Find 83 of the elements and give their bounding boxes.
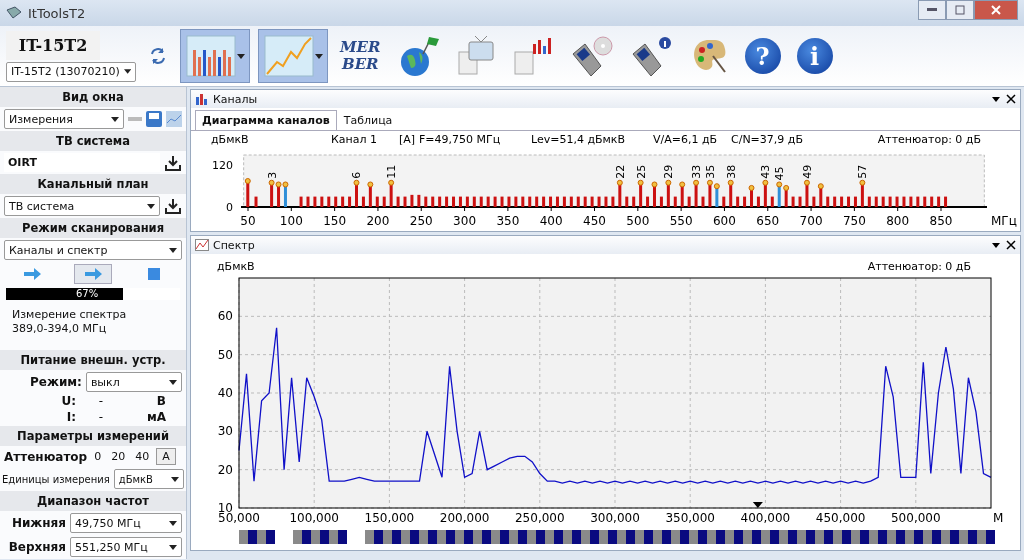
channel-info-text: V/A=6,1 дБ (653, 133, 718, 146)
x-tick-label: 400 (539, 214, 563, 228)
x-tick-label: 300 (453, 214, 476, 228)
section-heading: Диапазон частот (0, 491, 186, 511)
x-tick-label: 100,000 (289, 511, 339, 525)
panel-title: Спектр (213, 238, 255, 252)
x-tick-label: 350,000 (665, 511, 715, 525)
channel-number: 22 (613, 164, 627, 179)
x-tick-label: 250,000 (515, 511, 565, 525)
x-axis-label: М (993, 511, 1004, 525)
x-tick-label: 600 (713, 214, 736, 228)
x-tick-label: 250 (409, 214, 433, 228)
y-tick-label: 0 (226, 201, 233, 214)
power-label: U: (60, 394, 76, 408)
channel-info-text: F=49,750 МГц (419, 133, 501, 146)
x-tick-label: 150,000 (364, 511, 415, 525)
x-axis-label: МГц (991, 214, 1017, 228)
channel-number: 33 (690, 164, 704, 179)
power-unit: мА (145, 410, 166, 424)
x-tick-label: 850 (929, 214, 953, 228)
channel-number: 49 (800, 164, 814, 179)
x-tick-label: 400,000 (740, 511, 791, 525)
x-tick-label: 450 (583, 214, 606, 228)
attenuator-text: Аттенюатор: 0 дБ (877, 133, 981, 146)
channel-number: 43 (759, 164, 773, 179)
section-heading: Параметры измерений (0, 426, 186, 446)
x-tick-label: 100 (279, 214, 303, 228)
x-tick-label: 700 (799, 214, 823, 228)
window-title: ItToolsT2 (28, 5, 86, 21)
attenuator-text: Аттенюатор: 0 дБ (867, 260, 971, 273)
x-tick-label: 500 (626, 214, 650, 228)
section-heading: Режим сканирования (0, 218, 186, 238)
mode-label: Режим: (30, 375, 82, 389)
x-tick-label: 650 (756, 214, 780, 228)
y-tick-label: 60 (217, 309, 233, 324)
units-label: Единицы измерения (2, 473, 110, 485)
x-tick-label: 350 (496, 214, 520, 228)
channel-number: 6 (350, 171, 364, 179)
section-heading: Вид окна (0, 87, 186, 107)
channel-number: 45 (773, 166, 787, 181)
tv-system-value: OIRT (4, 153, 160, 172)
range-label: Верхняя (7, 540, 66, 554)
attenuator-label: Аттенюатор (4, 449, 88, 464)
range-label: Нижняя (10, 516, 66, 530)
status-text: Измерение спектра 389,0-394,0 МГц (11, 307, 128, 337)
channel-info-text: C/N=37,9 дБ (731, 133, 803, 146)
y-tick-label: 20 (217, 462, 233, 477)
x-tick-label: 750 (842, 214, 866, 228)
y-tick-label: 30 (217, 424, 233, 439)
section-heading: Канальный план (0, 174, 186, 194)
y-tick-label: 50 (217, 347, 233, 362)
device-name: IT-15T2 (6, 30, 100, 60)
panel-title: Каналы (213, 92, 258, 106)
power-label: I: (65, 410, 76, 424)
channel-number: 57 (856, 164, 870, 179)
x-tick-label: 800 (886, 214, 910, 228)
channel-number: 25 (634, 164, 648, 179)
y-tick-label: 120 (212, 159, 233, 173)
channel-number: 3 (265, 171, 279, 179)
channel-info-text: [A] (399, 133, 416, 146)
x-tick-label: 550 (669, 214, 693, 228)
power-value: - (97, 394, 105, 408)
channel-number: 11 (385, 164, 399, 179)
y-tick-label: 40 (217, 386, 233, 400)
x-tick-label: 200,000 (439, 511, 490, 525)
x-tick-label: 500,000 (891, 511, 941, 525)
progress-text: 67% (76, 288, 99, 300)
section-heading: ТВ система (0, 131, 186, 151)
x-tick-label: 200 (366, 214, 390, 228)
x-tick-label: 50 (240, 214, 256, 228)
x-tick-label: 300,000 (590, 511, 640, 525)
x-tick-label: 150 (323, 214, 347, 228)
y-axis-label: дБмкВ (217, 260, 255, 273)
x-tick-label: 450,000 (815, 511, 866, 525)
channel-number: 29 (662, 164, 676, 179)
power-unit: В (155, 394, 166, 408)
power-value: - (97, 410, 105, 424)
channel-number: 35 (703, 164, 717, 179)
channel-info-text: Канал 1 (331, 133, 377, 146)
section-heading: Питание внешн. устр. (0, 350, 186, 370)
channel-number: 38 (724, 164, 738, 179)
y-axis-label: дБмкВ (211, 133, 249, 146)
channel-info-text: Lev=51,4 дБмкВ (531, 133, 626, 146)
